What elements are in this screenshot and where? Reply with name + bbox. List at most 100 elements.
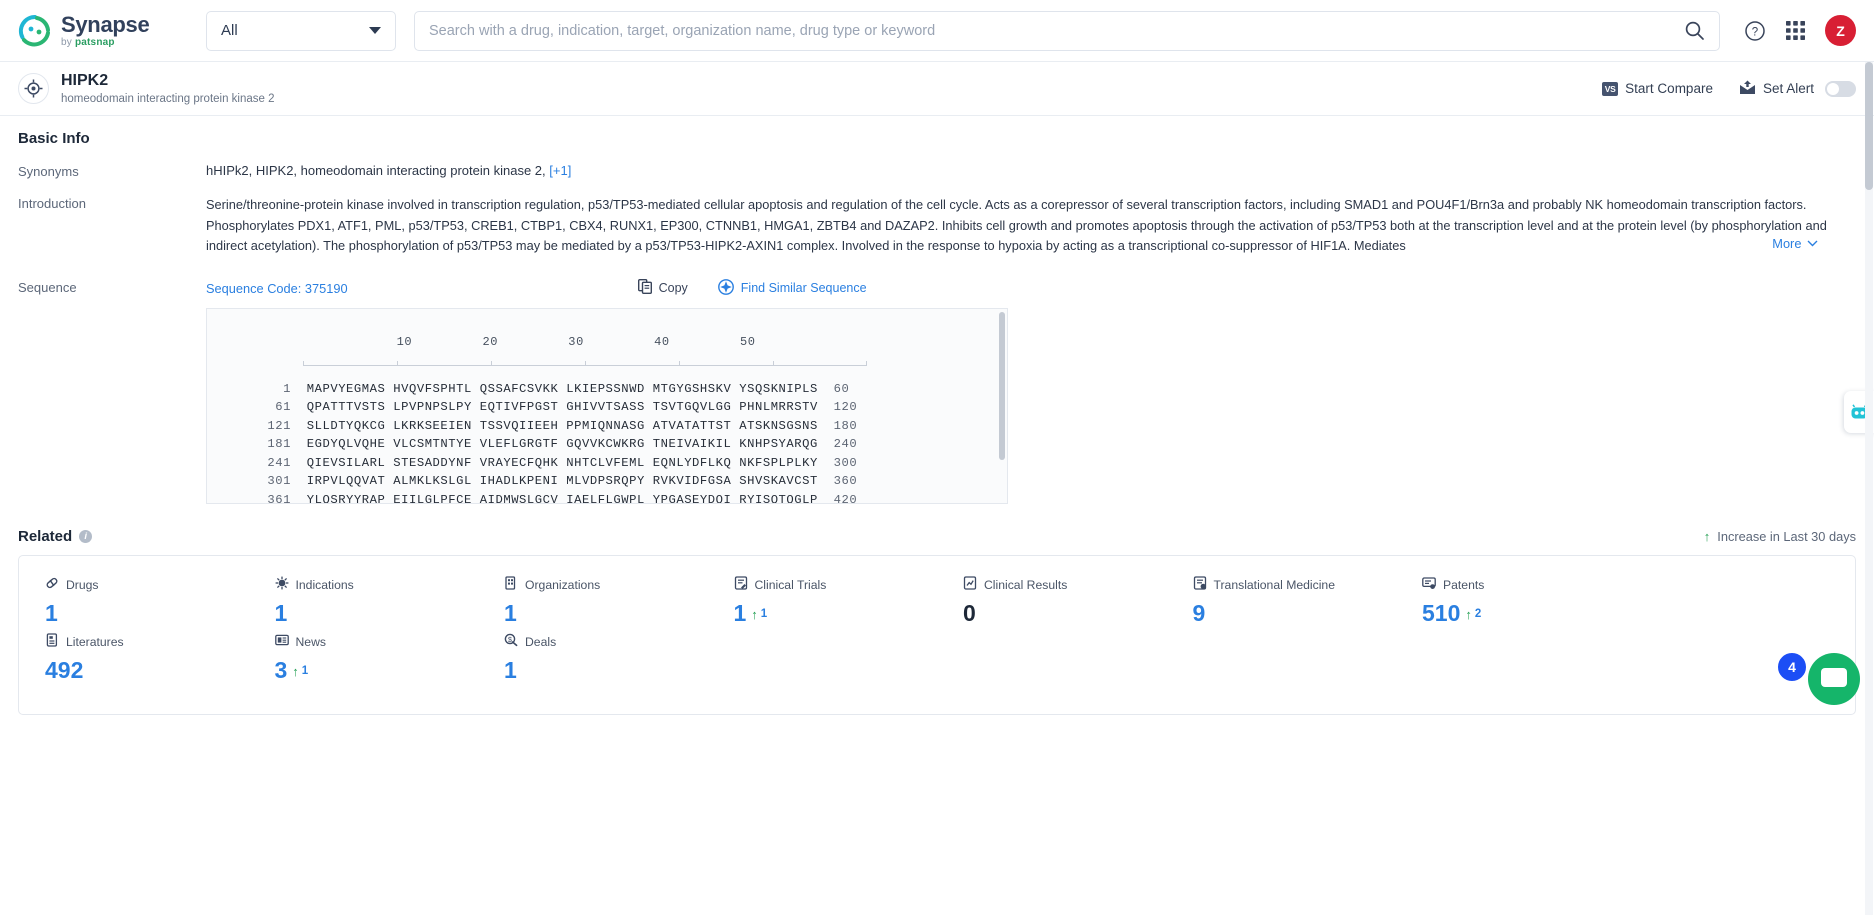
seq-residues: MAPVYEGMAS HVQVFSPHTL QSSAFCSVKK LKIEPSS… (306, 381, 818, 396)
stat-deals[interactable]: $ Deals 1 (478, 633, 708, 682)
stat-value-wrap: 3 ↑ 1 (274, 656, 479, 683)
chat-unread-badge[interactable]: 4 (1776, 650, 1808, 683)
stat-value: 1 (504, 656, 517, 683)
translational-icon (1193, 575, 1207, 595)
copy-sequence-button[interactable]: Copy (637, 278, 688, 297)
sequence-row: 181 EGDYQLVQHE VLCSMTNTYE VLEFLGRGTF GQV… (207, 435, 1007, 454)
ruler-tick-40: 40 (654, 334, 670, 349)
stat-value-wrap: 1 (45, 600, 249, 624)
stat-patents[interactable]: Patents 510 ↑ 2 (1396, 576, 1626, 625)
find-similar-icon (717, 278, 734, 298)
stat-clinical-trials[interactable]: Clinical Trials 1 ↑ 1 (708, 575, 938, 625)
page-title: HIPK2 (61, 72, 109, 90)
stat-label: Deals (525, 635, 557, 650)
arrow-up-icon: ↑ (751, 606, 758, 622)
sequence-code-link[interactable]: Sequence Code: 375190 (206, 281, 348, 296)
increase-label: Increase in Last 30 days (1717, 528, 1856, 544)
entity-actions: VS Start Compare Set Alert (1602, 80, 1856, 98)
search-scope-value: All (221, 22, 238, 39)
stat-indications[interactable]: Indications 1 (249, 576, 479, 625)
help-icon[interactable]: ? (1744, 20, 1766, 42)
stat-clinical-results[interactable]: Clinical Results 0 (937, 575, 1167, 625)
pill-icon (45, 576, 59, 595)
synonyms-more-link[interactable]: [+1] (549, 163, 571, 178)
basic-info-heading: Basic Info (18, 130, 90, 147)
stat-value: 3 (274, 656, 288, 683)
seq-end-index: 180 (833, 418, 858, 433)
virus-icon (275, 576, 289, 595)
seq-end-index: 60 (833, 381, 850, 396)
sequence-row: 121 SLLDTYQKCG LKRKSEEIEN TSSVQIIEEH PPM… (207, 417, 1007, 436)
brand-subtitle: by patsnap (61, 36, 115, 48)
introduction-more-button[interactable]: More (1765, 236, 1818, 251)
clinical-result-icon (963, 575, 977, 595)
seq-end-index: 300 (833, 455, 858, 470)
page-body: Basic Info Synonyms hHIPk2, HIPK2, homeo… (0, 116, 1874, 715)
sequence-row: Sequence Sequence Code: 375190 Copy Find… (18, 278, 1856, 504)
info-icon[interactable]: i (79, 529, 93, 543)
chat-fab-button[interactable] (1808, 652, 1860, 705)
svg-text:?: ? (1752, 26, 1758, 38)
sequence-rows: 1 MAPVYEGMAS HVQVFSPHTL QSSAFCSVKK LKIEP… (207, 380, 1007, 504)
stat-label: Indications (295, 578, 354, 592)
ruler-tick-20: 20 (482, 334, 499, 349)
find-similar-sequence-button[interactable]: Find Similar Sequence (717, 278, 867, 298)
set-alert-toggle[interactable] (1825, 80, 1856, 97)
related-stats-card: Drugs 1 Indications 1 Organizations 1 Cl… (18, 554, 1856, 715)
page-scrollbar[interactable] (1865, 62, 1873, 915)
stat-delta-value: 1 (301, 665, 309, 678)
stat-value-wrap: 492 (45, 657, 249, 681)
global-search-box[interactable] (414, 10, 1720, 51)
introduction-row: Introduction Serine/threonine-protein ki… (18, 195, 1856, 257)
seq-start-index: 121 (267, 418, 291, 433)
sequence-scrollbar[interactable] (999, 311, 1005, 460)
stat-label: Organizations (525, 578, 601, 592)
find-similar-label: Find Similar Sequence (740, 281, 867, 295)
building-icon (504, 575, 518, 595)
introduction-text: Serine/threonine-protein kinase involved… (206, 197, 1827, 253)
stat-news[interactable]: News 3 ↑ 1 (249, 633, 479, 682)
user-avatar[interactable]: Z (1825, 15, 1856, 46)
copy-label: Copy (658, 281, 688, 295)
brand-name: Synapse (61, 11, 150, 37)
seq-end-index: 120 (833, 400, 858, 415)
stat-value-wrap: 1 (504, 600, 708, 624)
seq-residues: IRPVLQQVAT ALMKLKSLGL IHADLKPENI MLVDPSR… (306, 474, 818, 489)
stat-literatures[interactable]: Literatures 492 (19, 632, 249, 682)
search-icon[interactable] (1684, 20, 1705, 41)
stat-label: Literatures (66, 635, 124, 650)
search-scope-select[interactable]: All (206, 10, 396, 51)
sequence-ruler-line (303, 360, 867, 366)
apps-grid-icon[interactable] (1786, 21, 1805, 40)
sequence-viewer[interactable]: 10 20 30 40 50 1 MAPVYEGMAS HVQVFSPHTL Q… (206, 307, 1008, 504)
stat-delta: ↑ 2 (1465, 608, 1481, 625)
page-scrollbar-thumb[interactable] (1865, 62, 1873, 190)
stat-delta: ↑ 1 (292, 665, 308, 682)
arrow-up-icon: ↑ (1703, 528, 1711, 544)
entity-header: HIPK2 homeodomain interacting protein ki… (0, 62, 1874, 116)
literature-icon (45, 632, 59, 652)
clinical-trial-icon (734, 575, 748, 595)
search-input[interactable] (429, 22, 1684, 39)
stat-organizations[interactable]: Organizations 1 (478, 575, 708, 625)
stat-delta: ↑ 1 (751, 608, 767, 625)
set-alert-control[interactable]: Set Alert (1739, 80, 1856, 98)
sequence-row: 361 YLQSRYYRAP EIILGLPFCE AIDMWSLGCV IAE… (207, 491, 1007, 504)
stat-value-wrap: 1 (275, 600, 479, 624)
seq-residues: YLQSRYYRAP EIILGLPFCE AIDMWSLGCV IAELFLG… (306, 493, 818, 504)
set-alert-label: Set Alert (1762, 81, 1814, 96)
seq-start-index: 61 (275, 400, 291, 415)
stat-translational-medicine[interactable]: Translational Medicine 9 (1167, 575, 1397, 625)
synonyms-label: Synonyms (18, 164, 79, 179)
stat-value-wrap: 0 (963, 600, 1167, 624)
introduction-label: Introduction (18, 196, 86, 211)
brand-logo[interactable]: Synapse by patsnap (18, 11, 188, 48)
stat-drugs[interactable]: Drugs 1 (19, 576, 249, 625)
seq-start-index: 241 (267, 455, 291, 470)
stat-label: News (295, 635, 326, 650)
news-icon (274, 633, 289, 652)
floating-chat-widget: 4 (1776, 649, 1860, 705)
stat-delta-value: 1 (760, 608, 768, 621)
sequence-toolbar: Sequence Code: 375190 Copy Find Similar … (206, 278, 1856, 298)
start-compare-button[interactable]: VS Start Compare (1602, 81, 1713, 96)
